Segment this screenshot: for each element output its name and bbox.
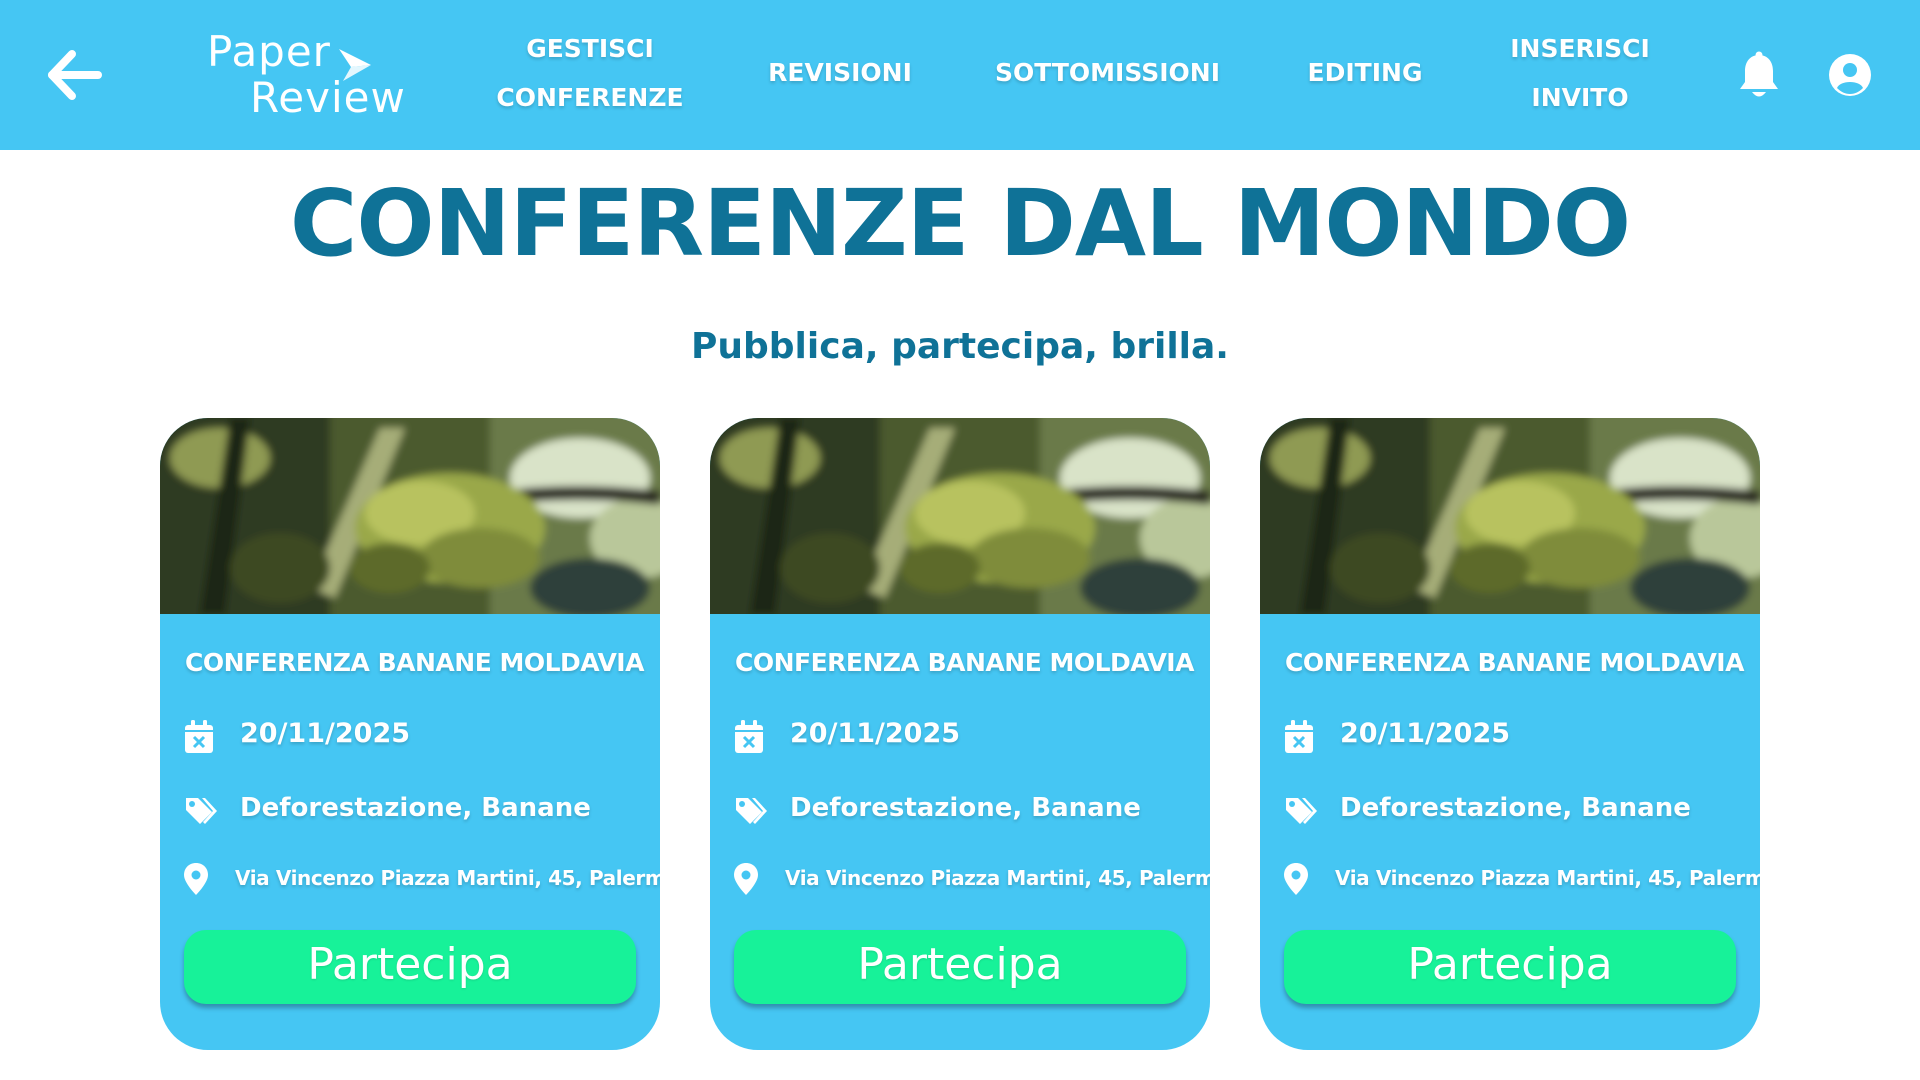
arrow-left-icon	[48, 50, 102, 100]
page-subtitle: Pubblica, partecipa, brilla.	[691, 326, 1229, 367]
conference-date: 20/11/2025	[1340, 718, 1511, 749]
conference-date: 20/11/2025	[790, 718, 961, 749]
back-button[interactable]	[44, 45, 104, 105]
page-title: CONFERENZE DAL MONDO	[289, 170, 1631, 277]
nav-label-line1: INSERISCI	[1510, 34, 1650, 63]
conference-title: CONFERENZA BANANE MOLDAVIA	[735, 648, 1194, 677]
nav-inserisci-invito[interactable]: INSERISCI INVITO	[1500, 24, 1660, 122]
partecipa-button[interactable]: Partecipa	[734, 930, 1186, 1004]
nav-label: EDITING	[1307, 58, 1423, 87]
location-pin-icon	[184, 863, 208, 900]
location-pin-icon	[1284, 863, 1308, 900]
logo-text-line2: Review	[250, 73, 406, 122]
conference-title: CONFERENZA BANANE MOLDAVIA	[1285, 648, 1744, 677]
conference-photo	[710, 418, 1210, 614]
account-button[interactable]	[1829, 54, 1871, 100]
nav-gestisci-conferenze[interactable]: GESTISCI CONFERENZE	[490, 24, 690, 122]
nav-label: SOTTOMISSIONI	[994, 58, 1221, 87]
calendar-icon	[1284, 720, 1314, 761]
paper-review-logo[interactable]: Paper Review	[205, 25, 405, 125]
paper-plane-icon	[339, 49, 371, 81]
user-circle-icon	[1829, 54, 1871, 96]
conference-photo	[160, 418, 660, 614]
conference-photo	[1260, 418, 1760, 614]
conference-tags: Deforestazione, Banane	[240, 793, 591, 823]
nav-revisioni[interactable]: REVISIONI	[750, 48, 930, 97]
bell-icon	[1740, 51, 1778, 97]
nav-label-line1: GESTISCI	[526, 34, 654, 63]
conference-tags: Deforestazione, Banane	[790, 793, 1141, 823]
partecipa-button[interactable]: Partecipa	[1284, 930, 1736, 1004]
tags-icon	[734, 796, 768, 833]
conference-address: Via Vincenzo Piazza Martini, 45, Palermo	[785, 866, 1210, 890]
conference-title: CONFERENZA BANANE MOLDAVIA	[185, 648, 644, 677]
conference-tags: Deforestazione, Banane	[1340, 793, 1691, 823]
conference-card: CONFERENZA BANANE MOLDAVIA 20/11/2025 De…	[160, 418, 660, 1050]
conference-card: CONFERENZA BANANE MOLDAVIA 20/11/2025 De…	[710, 418, 1210, 1050]
conference-card: CONFERENZA BANANE MOLDAVIA 20/11/2025 De…	[1260, 418, 1760, 1050]
nav-label-line2: INVITO	[1531, 83, 1629, 112]
partecipa-button[interactable]: Partecipa	[184, 930, 636, 1004]
conference-date: 20/11/2025	[240, 718, 411, 749]
calendar-icon	[734, 720, 764, 761]
nav-label-line2: CONFERENZE	[496, 83, 684, 112]
calendar-icon	[184, 720, 214, 761]
nav-editing[interactable]: EDITING	[1290, 48, 1440, 97]
conference-address: Via Vincenzo Piazza Martini, 45, Palermo	[235, 866, 660, 890]
logo-text-line1: Paper	[207, 27, 331, 76]
nav-sottomissioni[interactable]: SOTTOMISSIONI	[985, 48, 1230, 97]
nav-label: REVISIONI	[768, 58, 912, 87]
tags-icon	[184, 796, 218, 833]
top-navigation-bar: Paper Review GESTISCI CONFERENZE REVISIO…	[0, 0, 1920, 150]
notifications-button[interactable]	[1737, 51, 1781, 105]
location-pin-icon	[734, 863, 758, 900]
tags-icon	[1284, 796, 1318, 833]
conference-address: Via Vincenzo Piazza Martini, 45, Palermo	[1335, 866, 1760, 890]
